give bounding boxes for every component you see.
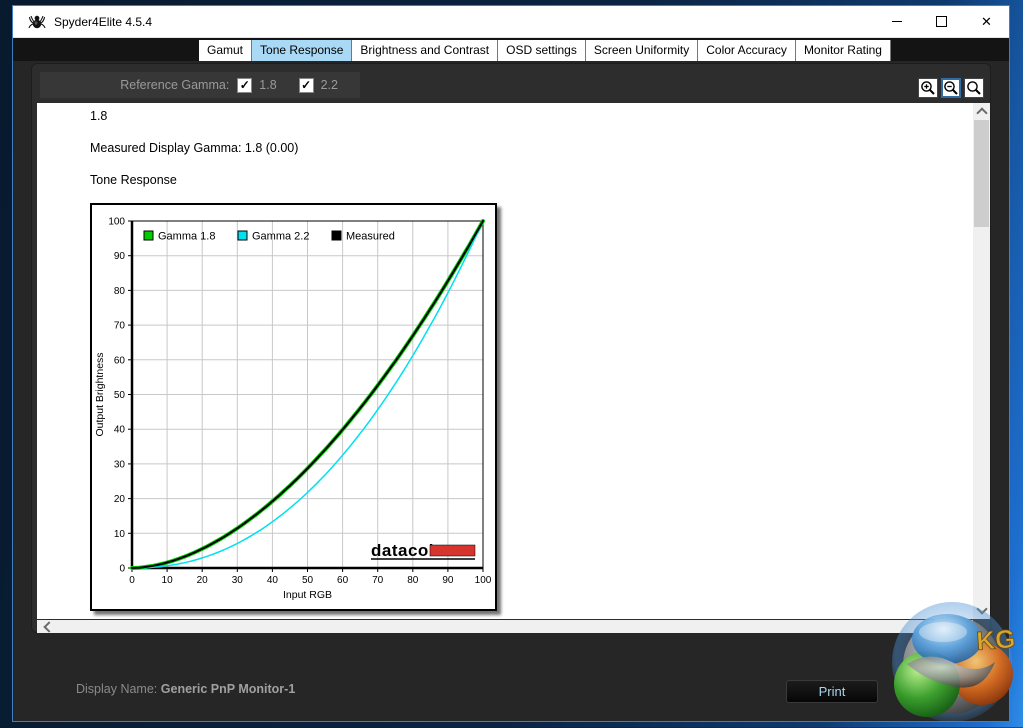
svg-text:70: 70 — [114, 321, 126, 332]
svg-text:50: 50 — [302, 575, 314, 586]
svg-text:40: 40 — [114, 425, 126, 436]
reference-gamma-toolbar: Reference Gamma: ✓ 1.8 ✓ 2.2 — [40, 72, 360, 98]
minimize-icon — [891, 21, 902, 22]
print-button[interactable]: Print — [786, 680, 878, 703]
svg-text:50: 50 — [114, 390, 126, 401]
spyder-app-icon — [28, 15, 46, 28]
svg-text:70: 70 — [372, 575, 384, 586]
svg-text:60: 60 — [337, 575, 349, 586]
gamma-1.8-checkbox[interactable]: ✓ — [237, 77, 253, 93]
tab-brightness-and-contrast[interactable]: Brightness and Contrast — [352, 40, 499, 61]
gamma-2.2-checkbox-label: 2.2 — [320, 78, 338, 92]
svg-text:10: 10 — [114, 529, 126, 540]
gamma-heading: 1.8 — [90, 109, 108, 123]
svg-text:40: 40 — [267, 575, 279, 586]
display-name-label: Display Name: — [76, 682, 158, 696]
tab-color-accuracy[interactable]: Color Accuracy — [698, 40, 796, 61]
tab-gamut[interactable]: Gamut — [199, 40, 253, 61]
svg-text:30: 30 — [232, 575, 244, 586]
svg-text:10: 10 — [162, 575, 174, 586]
svg-text:100: 100 — [475, 575, 492, 586]
svg-text:Gamma 2.2: Gamma 2.2 — [252, 231, 309, 243]
tab-osd-settings[interactable]: OSD settings — [498, 40, 586, 61]
app-window: Spyder4Elite 4.5.4 ✕ Gamut Tone Response B… — [12, 5, 1010, 722]
vertical-scrollbar[interactable] — [973, 103, 990, 619]
svg-text:30: 30 — [114, 459, 126, 470]
kitguru-kg-text: KG — [975, 623, 1015, 656]
tab-tone-response[interactable]: Tone Response — [252, 40, 353, 61]
scroll-left-button[interactable] — [39, 620, 56, 633]
display-name: Display Name: Generic PnP Monitor-1 — [76, 682, 295, 696]
horizontal-scrollbar[interactable] — [37, 620, 973, 633]
scroll-up-button[interactable] — [973, 103, 990, 120]
close-button[interactable]: ✕ — [964, 6, 1009, 37]
zoom-controls — [918, 78, 984, 98]
svg-text:100: 100 — [108, 217, 125, 228]
window-title: Spyder4Elite 4.5.4 — [54, 14, 153, 29]
tab-bar: Gamut Tone Response Brightness and Contras… — [13, 38, 1009, 61]
close-icon: ✕ — [981, 13, 992, 29]
measured-gamma-text: Measured Display Gamma: 1.8 (0.00) — [90, 141, 299, 155]
reference-gamma-label: Reference Gamma: — [120, 78, 230, 92]
tab-screen-uniformity[interactable]: Screen Uniformity — [585, 40, 699, 61]
svg-text:Output Brightness: Output Brightness — [94, 352, 106, 436]
report-content: 1.8 Measured Display Gamma: 1.8 (0.00) T… — [37, 103, 973, 619]
svg-text:90: 90 — [114, 251, 126, 262]
maximize-icon — [936, 16, 947, 27]
minimize-button[interactable] — [874, 6, 919, 37]
zoom-out-icon — [944, 81, 958, 95]
svg-text:80: 80 — [114, 286, 126, 297]
svg-text:Measured: Measured — [346, 231, 395, 243]
zoom-in-icon — [921, 81, 935, 95]
svg-text:0: 0 — [119, 564, 125, 575]
display-name-value: Generic PnP Monitor-1 — [160, 682, 296, 696]
svg-text:Input RGB: Input RGB — [283, 589, 332, 601]
maximize-button[interactable] — [919, 6, 964, 37]
zoom-out-button[interactable] — [941, 78, 961, 98]
svg-text:80: 80 — [407, 575, 419, 586]
tone-response-plot: 0 10 20 30 40 50 60 70 80 90 100 0 10 20 30 40 50 60 70 80 9… — [94, 217, 492, 602]
svg-text:0: 0 — [129, 575, 135, 586]
title-bar[interactable]: Spyder4Elite 4.5.4 ✕ — [13, 6, 1009, 38]
tone-response-heading: Tone Response — [90, 173, 177, 187]
vertical-scrollbar-thumb[interactable] — [974, 120, 989, 227]
gamma-1.8-checkbox-label: 1.8 — [259, 78, 277, 92]
zoom-reset-button[interactable] — [964, 78, 984, 98]
chevron-left-icon — [43, 620, 55, 633]
chevron-up-icon — [975, 107, 988, 119]
svg-text:90: 90 — [442, 575, 454, 586]
tone-response-chart: 0 10 20 30 40 50 60 70 80 90 100 0 10 20 30 40 50 60 70 80 9… — [90, 203, 497, 611]
tab-monitor-rating[interactable]: Monitor Rating — [795, 40, 891, 61]
svg-text:60: 60 — [114, 355, 126, 366]
svg-text:20: 20 — [114, 494, 126, 505]
zoom-in-button[interactable] — [918, 78, 938, 98]
svg-text:20: 20 — [197, 575, 209, 586]
main-panel: Reference Gamma: ✓ 1.8 ✓ 2.2 1.8 Measure… — [31, 63, 991, 633]
zoom-reset-icon — [967, 81, 981, 95]
svg-text:Gamma 1.8: Gamma 1.8 — [158, 231, 215, 243]
kitguru-watermark-logo: KG — [892, 602, 1015, 722]
gamma-2.2-checkbox[interactable]: ✓ — [298, 77, 314, 93]
